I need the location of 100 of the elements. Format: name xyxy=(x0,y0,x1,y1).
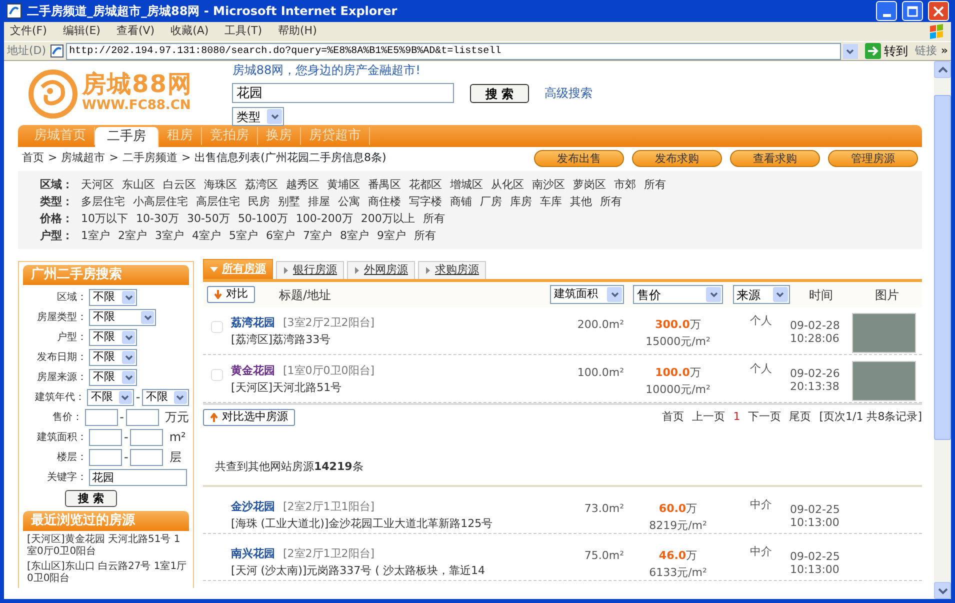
filter-option-link[interactable]: 增城区 xyxy=(450,176,483,193)
filter-option-link[interactable]: 200万以上 xyxy=(360,210,415,227)
filter-option-link[interactable]: 10万以下 xyxy=(81,210,128,227)
filter-option-link[interactable]: 8室户 xyxy=(340,227,369,244)
filter-option-link[interactable]: 6室户 xyxy=(266,227,295,244)
filter-option-link[interactable]: 荔湾区 xyxy=(245,176,278,193)
sort-select[interactable]: 售价 xyxy=(633,285,723,304)
filter-option-link[interactable]: 4室户 xyxy=(192,227,221,244)
compare-selected-button[interactable]: 对比选中房源 xyxy=(203,409,295,426)
type-select[interactable]: 类型 xyxy=(232,107,284,126)
filter-option-link[interactable]: 越秀区 xyxy=(286,176,319,193)
filter-option-link[interactable]: 车库 xyxy=(540,193,562,210)
filter-option-link[interactable]: 所有 xyxy=(422,210,445,227)
more-chevron[interactable]: » xyxy=(940,42,948,60)
select-field[interactable]: 不限 xyxy=(89,348,137,366)
sort-select[interactable]: 建筑面积 xyxy=(550,285,624,304)
filter-option-link[interactable]: 从化区 xyxy=(491,176,524,193)
filter-option-link[interactable]: 1室户 xyxy=(81,227,110,244)
filter-option-link[interactable]: 海珠区 xyxy=(204,176,237,193)
action-button[interactable]: 管理房源 xyxy=(828,150,918,166)
breadcrumb-link[interactable]: 首页 xyxy=(22,150,44,166)
links-label[interactable]: 链接 xyxy=(914,42,937,60)
select-field[interactable]: 不限 xyxy=(89,368,137,386)
listing-title-link[interactable]: 黄金花园 xyxy=(231,364,275,377)
action-button[interactable]: 查看求购 xyxy=(730,150,820,166)
filter-option-link[interactable]: 番禺区 xyxy=(368,176,401,193)
advanced-search-link[interactable]: 高级搜索 xyxy=(544,84,593,102)
select-field[interactable]: 不限 xyxy=(89,288,137,306)
filter-option-link[interactable]: 排屋 xyxy=(308,193,330,210)
row-checkbox[interactable] xyxy=(211,321,223,333)
menu-item[interactable]: 文件(F) xyxy=(10,23,47,40)
filter-option-link[interactable]: 市郊 xyxy=(614,176,636,193)
filter-option-link[interactable]: 商住楼 xyxy=(368,193,401,210)
input-field[interactable] xyxy=(89,428,122,446)
breadcrumb-link[interactable]: 二手房频道 xyxy=(122,150,178,166)
select-field[interactable]: 不限 xyxy=(89,308,156,326)
action-button[interactable]: 发布求购 xyxy=(632,150,722,166)
filter-option-link[interactable]: 公寓 xyxy=(338,193,360,210)
listing-tab[interactable]: 银行房源 xyxy=(276,261,344,279)
filter-option-link[interactable]: 其他 xyxy=(570,193,592,210)
search-button[interactable]: 搜 索 xyxy=(65,490,117,507)
filter-option-link[interactable]: 厂房 xyxy=(480,193,502,210)
filter-option-link[interactable]: 写字楼 xyxy=(409,193,442,210)
select-field[interactable]: 不限 xyxy=(89,328,137,346)
scroll-thumb[interactable] xyxy=(934,95,951,440)
listing-tab[interactable]: 求购房源 xyxy=(418,261,486,279)
filter-option-link[interactable]: 9室户 xyxy=(377,227,406,244)
pagination-link[interactable]: 上一页 xyxy=(692,409,726,426)
keyword-field[interactable]: 花园 xyxy=(89,468,187,486)
menu-item[interactable]: 工具(T) xyxy=(224,23,262,40)
sort-select[interactable]: 来源 xyxy=(732,285,790,304)
filter-option-link[interactable]: 南沙区 xyxy=(532,176,565,193)
close-button[interactable] xyxy=(928,1,949,21)
select-field[interactable]: 不限 xyxy=(142,388,189,406)
listing-title-link[interactable]: 金沙花园 xyxy=(231,500,275,513)
menu-item[interactable]: 查看(V) xyxy=(116,23,155,40)
pagination-link[interactable]: 1 xyxy=(733,409,740,426)
filter-option-link[interactable]: 库房 xyxy=(510,193,532,210)
search-button[interactable]: 搜 索 xyxy=(470,84,529,102)
compare-button[interactable]: 对比 xyxy=(207,286,255,303)
filter-option-link[interactable]: 所有 xyxy=(644,176,666,193)
filter-option-link[interactable]: 小高层住宅 xyxy=(133,193,188,210)
minimize-button[interactable] xyxy=(876,1,897,21)
action-button[interactable]: 发布出售 xyxy=(534,150,624,166)
filter-option-link[interactable]: 5室户 xyxy=(229,227,258,244)
scroll-down-button[interactable] xyxy=(934,582,951,599)
pagination-link[interactable]: 首页 xyxy=(662,409,684,426)
filter-option-link[interactable]: 别墅 xyxy=(278,193,300,210)
menu-item[interactable]: 编辑(E) xyxy=(62,23,100,40)
filter-option-link[interactable]: 50-100万 xyxy=(238,210,288,227)
row-checkbox[interactable] xyxy=(211,369,223,381)
filter-option-link[interactable]: 所有 xyxy=(414,227,436,244)
search-field[interactable]: 花园 xyxy=(232,83,454,103)
filter-option-link[interactable]: 10-30万 xyxy=(136,210,179,227)
filter-option-link[interactable]: 30-50万 xyxy=(186,210,230,227)
menu-item[interactable]: 收藏(A) xyxy=(170,23,209,40)
nav-tab[interactable]: 二手房 xyxy=(95,127,159,147)
filter-option-link[interactable]: 天河区 xyxy=(81,176,114,193)
filter-option-link[interactable]: 花都区 xyxy=(409,176,442,193)
external-listings-link[interactable]: 其他网站房源 xyxy=(248,460,314,473)
filter-option-link[interactable]: 萝岗区 xyxy=(573,176,606,193)
menu-item[interactable]: 帮助(H) xyxy=(278,23,317,40)
scroll-up-button[interactable] xyxy=(934,61,951,78)
pagination-link[interactable]: 尾页 xyxy=(789,409,812,426)
filter-option-link[interactable]: 所有 xyxy=(600,193,622,210)
pagination-link[interactable]: 下一页 xyxy=(748,409,782,426)
input-field[interactable] xyxy=(84,408,118,426)
listing-title-link[interactable]: 荔湾花园 xyxy=(231,316,275,329)
go-button[interactable]: 转到 xyxy=(862,42,911,60)
input-field[interactable] xyxy=(89,448,122,466)
filter-option-link[interactable]: 3室户 xyxy=(155,227,184,244)
listing-tab[interactable]: 外网房源 xyxy=(347,261,415,279)
filter-option-link[interactable]: 高层住宅 xyxy=(196,193,240,210)
filter-option-link[interactable]: 7室户 xyxy=(303,227,332,244)
filter-option-link[interactable]: 东山区 xyxy=(122,176,155,193)
filter-option-link[interactable]: 100-200万 xyxy=(296,210,353,227)
select-field[interactable]: 不限 xyxy=(87,388,134,406)
filter-option-link[interactable]: 2室户 xyxy=(118,227,147,244)
filter-option-link[interactable]: 多层住宅 xyxy=(81,193,125,210)
filter-option-link[interactable]: 商铺 xyxy=(450,193,472,210)
